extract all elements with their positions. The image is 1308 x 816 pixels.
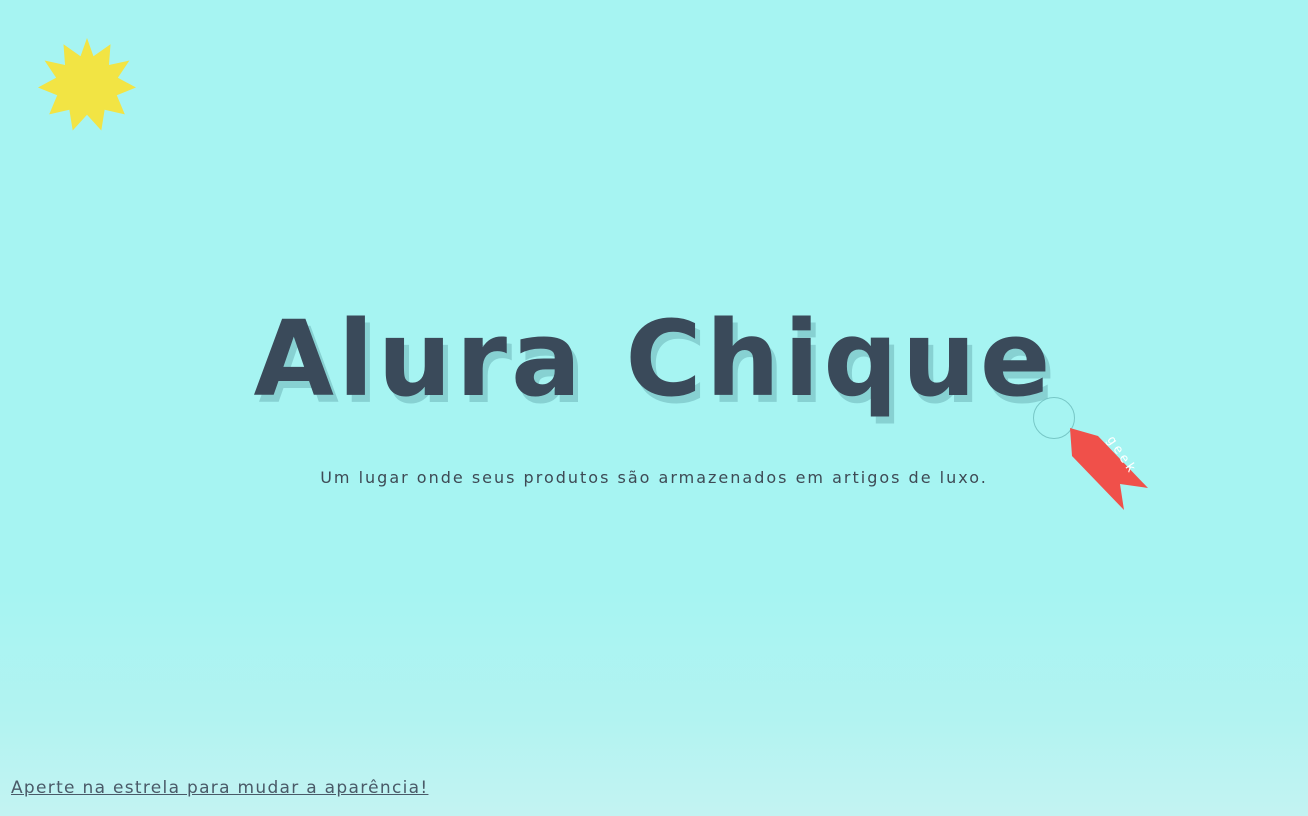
change-appearance-link[interactable]: Aperte na estrela para mudar a aparência… <box>11 778 428 798</box>
page-title: Alura Chique <box>253 298 1055 420</box>
sun-star-icon[interactable] <box>38 36 136 134</box>
